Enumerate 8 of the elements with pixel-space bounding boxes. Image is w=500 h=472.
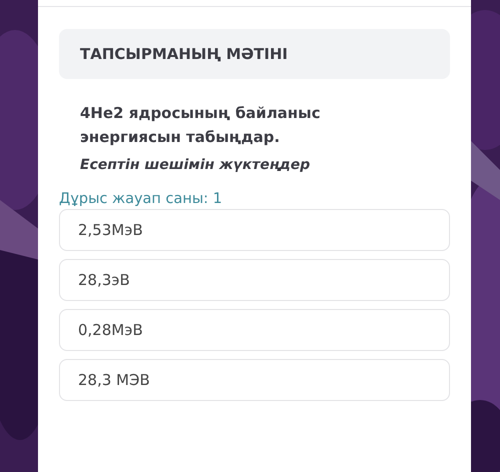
answer-count-label: Дұрыс жауап саны: 1 xyxy=(59,191,224,207)
section-header: ТАПСЫРМАНЫҢ МӘТІНІ xyxy=(59,29,450,79)
answer-option[interactable]: 28,3 МЭВ xyxy=(59,359,450,401)
answer-option[interactable]: 0,28МэВ xyxy=(59,309,450,351)
question-text: 4He2 ядросының байланыс энергиясын табыңдар. xyxy=(80,103,322,148)
instruction-text: Есептін шешімін жүктеңдер xyxy=(80,157,311,173)
answer-option[interactable]: 2,53МэВ xyxy=(59,209,450,251)
answer-option[interactable]: 28,3эВ xyxy=(59,259,450,301)
